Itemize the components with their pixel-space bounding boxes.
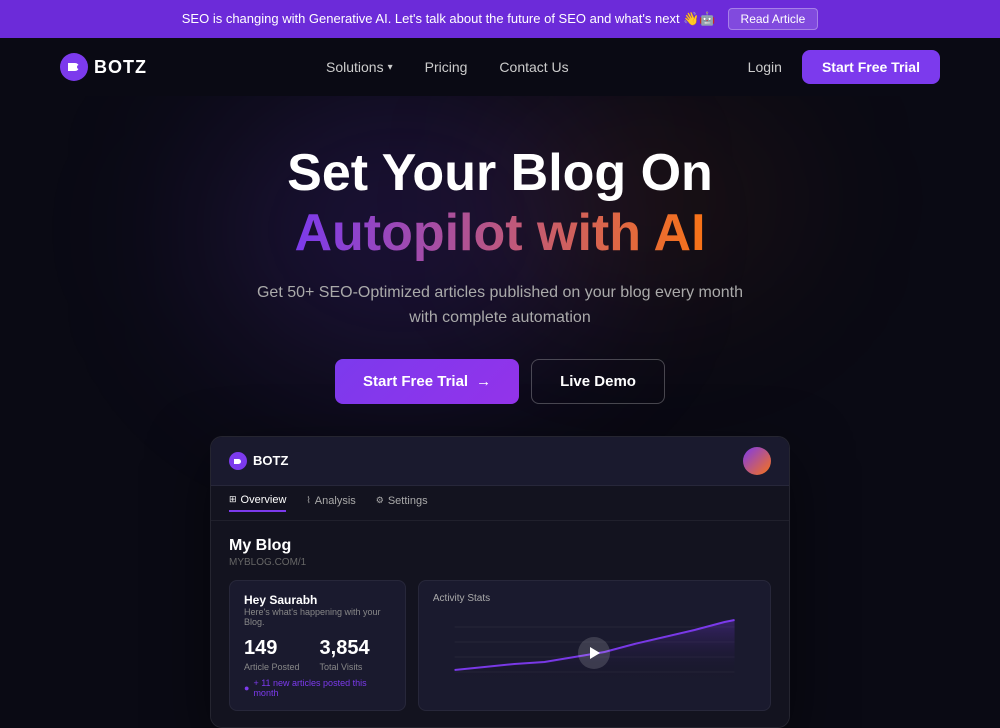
nav-contact[interactable]: Contact Us <box>499 59 568 75</box>
nav-actions: Login Start Free Trial <box>748 50 940 84</box>
dashboard-cards: Hey Saurabh Here's what's happening with… <box>229 580 771 711</box>
play-button[interactable] <box>578 637 610 669</box>
hero-title-line1: Set Your Blog On <box>287 144 713 202</box>
dashboard-header: BOTZ <box>211 437 789 486</box>
visits-count: 3,854 <box>320 637 370 660</box>
navbar: BOTZ Solutions ▾ Pricing Contact Us Logi… <box>0 38 1000 96</box>
dashboard-logo-icon <box>229 452 247 470</box>
dashboard-content: My Blog MYBLOG.COM/1 Hey Saurabh Here's … <box>211 521 789 727</box>
chevron-down-icon: ▾ <box>388 62 393 73</box>
dashboard-tabs: ⊞ Overview ⌇ Analysis ⚙ Settings <box>211 486 789 521</box>
grid-icon: ⊞ <box>229 494 237 505</box>
top-banner: SEO is changing with Generative AI. Let'… <box>0 0 1000 38</box>
blog-title: My Blog <box>229 537 771 555</box>
banner-text: SEO is changing with Generative AI. Let'… <box>182 11 716 27</box>
hero-start-trial-button[interactable]: Start Free Trial → <box>335 359 519 404</box>
play-icon <box>590 647 600 659</box>
dashboard-logo: BOTZ <box>229 452 288 470</box>
logo-text: BOTZ <box>94 57 147 78</box>
arrow-right-icon: → <box>476 373 491 390</box>
activity-card: Activity Stats <box>418 580 771 711</box>
hero-title: Set Your Blog On Autopilot with AI <box>20 144 980 264</box>
plus-icon: ● <box>244 683 249 693</box>
tab-overview[interactable]: ⊞ Overview <box>229 494 286 512</box>
dashboard-avatar <box>743 447 771 475</box>
nav-links: Solutions ▾ Pricing Contact Us <box>326 59 569 75</box>
hero-buttons: Start Free Trial → Live Demo <box>20 359 980 404</box>
articles-count: 149 <box>244 637 300 660</box>
blog-url: MYBLOG.COM/1 <box>229 557 771 568</box>
nav-pricing[interactable]: Pricing <box>425 59 468 75</box>
hero-section: Set Your Blog On Autopilot with AI Get 5… <box>0 96 1000 436</box>
visits-label: Total Visits <box>320 662 370 672</box>
tab-analysis[interactable]: ⌇ Analysis <box>306 494 355 512</box>
articles-footer: ● + 11 new articles posted this month <box>244 678 391 698</box>
articles-label: Article Posted <box>244 662 300 672</box>
start-trial-button[interactable]: Start Free Trial <box>802 50 940 84</box>
greeting-text: Hey Saurabh <box>244 593 391 607</box>
logo[interactable]: BOTZ <box>60 53 147 81</box>
nav-solutions[interactable]: Solutions ▾ <box>326 59 393 75</box>
hero-title-line2: Autopilot with AI <box>294 204 705 262</box>
login-button[interactable]: Login <box>748 59 782 75</box>
tab-settings[interactable]: ⚙ Settings <box>376 494 428 512</box>
read-article-button[interactable]: Read Article <box>728 8 819 30</box>
logo-icon <box>60 53 88 81</box>
activity-title: Activity Stats <box>433 593 756 604</box>
dashboard-preview: BOTZ ⊞ Overview ⌇ Analysis ⚙ Settings My… <box>210 436 790 728</box>
hero-subtitle: Get 50+ SEO-Optimized articles published… <box>20 280 980 331</box>
hero-live-demo-button[interactable]: Live Demo <box>531 359 665 404</box>
greeting-sub: Here's what's happening with your Blog. <box>244 607 391 627</box>
chart-icon: ⌇ <box>306 495 310 506</box>
info-card: Hey Saurabh Here's what's happening with… <box>229 580 406 711</box>
gear-icon: ⚙ <box>376 495 384 506</box>
